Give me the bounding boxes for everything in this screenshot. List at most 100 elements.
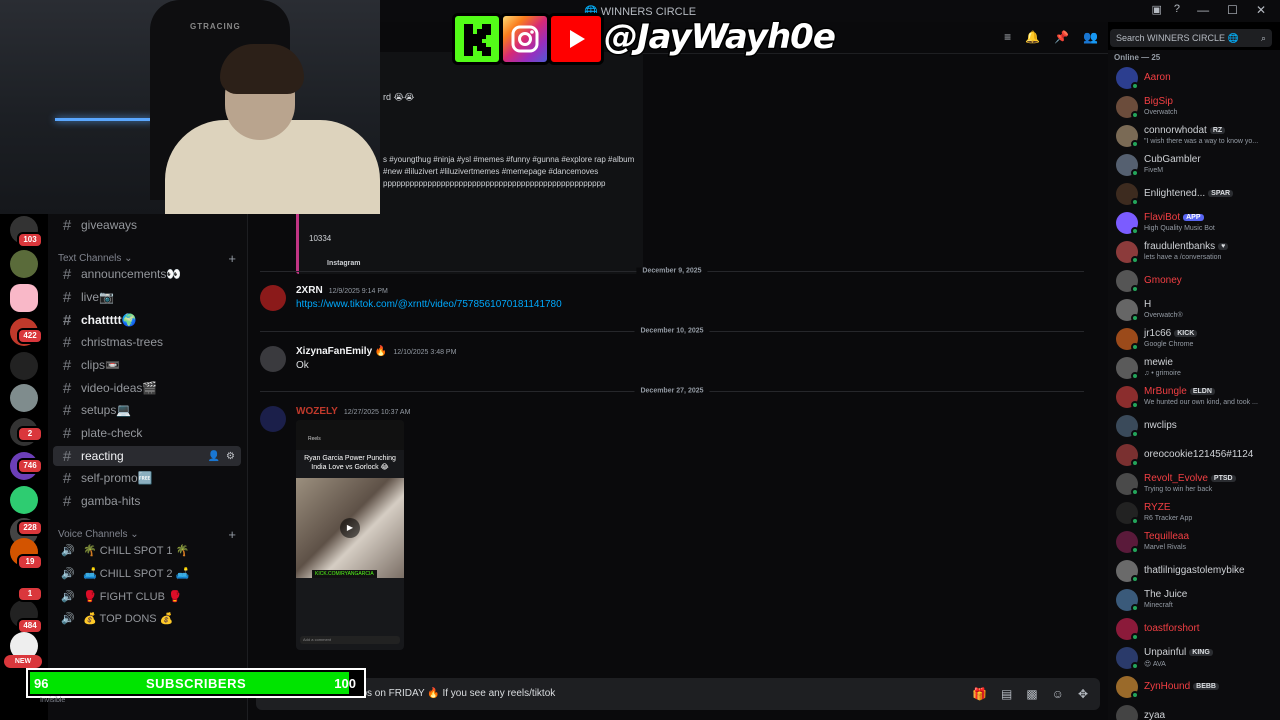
bell-icon[interactable]: 🔔 <box>1025 30 1040 44</box>
online-status-icon <box>1131 459 1139 467</box>
member-item[interactable]: ZynHound BEBB <box>1114 674 1280 700</box>
member-item[interactable]: oreocookie121456#1124 <box>1114 442 1280 468</box>
member-item[interactable]: FlaviBot APP High Quality Music Bot <box>1114 210 1280 236</box>
channel-label: self-promo🆓 <box>81 471 153 485</box>
play-icon[interactable]: ▶ <box>340 518 360 538</box>
avatar[interactable] <box>260 406 286 432</box>
social-overlay: @JayWayh0e <box>452 13 837 65</box>
channel-giveaways[interactable]: # giveaways <box>53 215 241 235</box>
avatar[interactable] <box>260 346 286 372</box>
channel-clips[interactable]: # clips📼 <box>53 355 241 375</box>
member-item[interactable]: CubGambler FiveM <box>1114 152 1280 178</box>
member-item[interactable]: Enlightened... SPAR <box>1114 181 1280 207</box>
member-activity: Overwatch <box>1144 109 1178 116</box>
youtube-icon <box>548 13 604 65</box>
message-author[interactable]: XizynaFanEmily 🔥 12/10/2025 3:48 PM <box>296 346 456 357</box>
channel-label: chattttt🌍 <box>81 313 137 327</box>
member-item[interactable]: connorwhodat RZ "I wish there was a way to… <box>1114 123 1280 149</box>
channel-live[interactable]: # live📷 <box>53 287 241 307</box>
member-tag: PTSD <box>1210 475 1236 482</box>
member-activity: Marvel Rivals <box>1144 544 1187 551</box>
voice-channel[interactable]: 🔊 🌴 CHILL SPOT 1 🌴 <box>53 540 241 560</box>
reel-header: Reels <box>296 420 404 450</box>
sticker-icon[interactable]: ▩ <box>1026 687 1037 701</box>
gif-icon[interactable]: ▤ <box>1001 687 1012 701</box>
member-activity: "I wish there was a way to know yo... <box>1144 138 1259 145</box>
member-item[interactable]: Gmoney <box>1114 268 1280 294</box>
server-icon[interactable] <box>10 352 38 380</box>
member-item[interactable]: Revolt_Evolve PTSD Trying to win her back <box>1114 471 1280 497</box>
member-name: H <box>1144 299 1152 310</box>
chevron-down-icon: ⌄ <box>130 529 139 540</box>
help-icon[interactable]: ? <box>1174 3 1180 16</box>
voice-channel[interactable]: 🔊 🥊 FIGHT CLUB 🥊 <box>53 586 241 606</box>
channel-setups[interactable]: # setups💻 <box>53 400 241 420</box>
server-icon[interactable] <box>10 250 38 278</box>
close-button[interactable]: ✕ <box>1256 3 1266 17</box>
member-name: BigSip <box>1144 96 1173 107</box>
invite-icon[interactable]: 👤 <box>208 451 220 462</box>
member-name: CubGambler <box>1144 154 1201 165</box>
member-item[interactable]: toastforshort <box>1114 616 1280 642</box>
member-item[interactable]: BigSip Overwatch <box>1114 94 1280 120</box>
threads-icon[interactable]: ≡ <box>1004 30 1011 44</box>
avatar[interactable] <box>1116 705 1138 720</box>
channel-chattttt[interactable]: # chattttt🌍 <box>53 310 241 330</box>
server-icon[interactable] <box>10 384 38 412</box>
member-item[interactable]: mewie ♫ • grimoire <box>1114 355 1280 381</box>
pin-icon[interactable]: 📌 <box>1054 30 1069 44</box>
date-divider: December 10, 2025 <box>260 327 1084 335</box>
search-input[interactable]: Search WINNERS CIRCLE 🌐 ⌕ <box>1110 29 1272 47</box>
channel-video-ideas[interactable]: # video-ideas🎬 <box>53 378 241 398</box>
member-item[interactable]: The Juice Minecraft <box>1114 587 1280 613</box>
channel-label: live📷 <box>81 290 114 304</box>
member-item[interactable]: nwclips <box>1114 413 1280 439</box>
server-icon[interactable] <box>10 284 38 312</box>
avatar[interactable] <box>260 285 286 311</box>
gear-icon[interactable]: ⚙ <box>226 451 235 462</box>
composer-text[interactable]: clips on FRIDAY 🔥 If you see any reels/t… <box>352 688 555 699</box>
message-timestamp: 12/9/2025 9:14 PM <box>328 288 388 295</box>
online-status-icon <box>1131 517 1139 525</box>
message-author[interactable]: 2XRN 12/9/2025 9:14 PM <box>296 285 388 296</box>
channel-self-promo[interactable]: # self-promo🆓 <box>53 468 241 488</box>
reel-attachment[interactable]: Reels Ryan Garcia Power Punching India L… <box>296 420 404 650</box>
member-item[interactable]: H Overwatch® <box>1114 297 1280 323</box>
member-item[interactable]: jr1c66 KICK Google Chrome <box>1114 326 1280 352</box>
reel-thumbnail[interactable]: ▶ <box>296 478 404 578</box>
inbox-icon[interactable]: ▣ <box>1151 3 1161 16</box>
emoji-icon[interactable]: ☺ <box>1052 687 1064 701</box>
voice-channel[interactable]: 🔊 💰 TOP DONS 💰 <box>53 608 241 628</box>
chair-brand: GTRACING <box>190 22 241 31</box>
member-item[interactable]: RYZE R6 Tracker App <box>1114 500 1280 526</box>
message-link[interactable]: https://www.tiktok.com/@xrntt/video/7578… <box>296 299 562 310</box>
category-label: Voice Channels <box>58 529 128 540</box>
message-composer[interactable]: clips on FRIDAY 🔥 If you see any reels/t… <box>256 678 1100 710</box>
apps-icon[interactable]: ✥ <box>1078 687 1088 701</box>
channel-gamba-hits[interactable]: # gamba-hits <box>53 491 241 511</box>
maximize-button[interactable]: ☐ <box>1227 3 1238 17</box>
channel-reacting[interactable]: # reacting 👤 ⚙ <box>53 446 241 466</box>
member-item[interactable]: zyaa <box>1114 703 1280 720</box>
member-activity: Overwatch® <box>1144 312 1183 319</box>
member-item[interactable]: MrBungle ELDN We hunted our own kind, and … <box>1114 384 1280 410</box>
online-status-icon <box>1131 430 1139 438</box>
members-icon[interactable]: 👥 <box>1083 30 1098 44</box>
member-item[interactable]: Tequilleaa Marvel Rivals <box>1114 529 1280 555</box>
gift-icon[interactable]: 🎁 <box>972 687 987 701</box>
message-author[interactable]: WOZELY 12/27/2025 10:37 AM <box>296 406 410 417</box>
minimize-button[interactable]: — <box>1197 3 1209 17</box>
kick-icon <box>452 13 502 65</box>
member-item[interactable]: Aaron <box>1114 65 1280 91</box>
channel-christmas-trees[interactable]: # christmas-trees <box>53 332 241 352</box>
voice-channel[interactable]: 🔊 🛋️ CHILL SPOT 2 🛋️ <box>53 563 241 583</box>
channel-plate-check[interactable]: # plate-check <box>53 423 241 443</box>
reel-watermark: KICK.COM/RYANGARCIA <box>312 570 377 578</box>
member-item[interactable]: thatlilniggastolemybike <box>1114 558 1280 584</box>
unread-badge: 746 <box>17 458 43 474</box>
member-item[interactable]: fraudulentbanks ♥ lets have a /conversatio… <box>1114 239 1280 265</box>
channel-announcements[interactable]: # announcements👀 <box>53 264 241 284</box>
server-icon[interactable] <box>10 486 38 514</box>
voice-label: 🌴 CHILL SPOT 1 🌴 <box>83 544 190 557</box>
member-item[interactable]: Unpainful KING 😍 AVA <box>1114 645 1280 671</box>
